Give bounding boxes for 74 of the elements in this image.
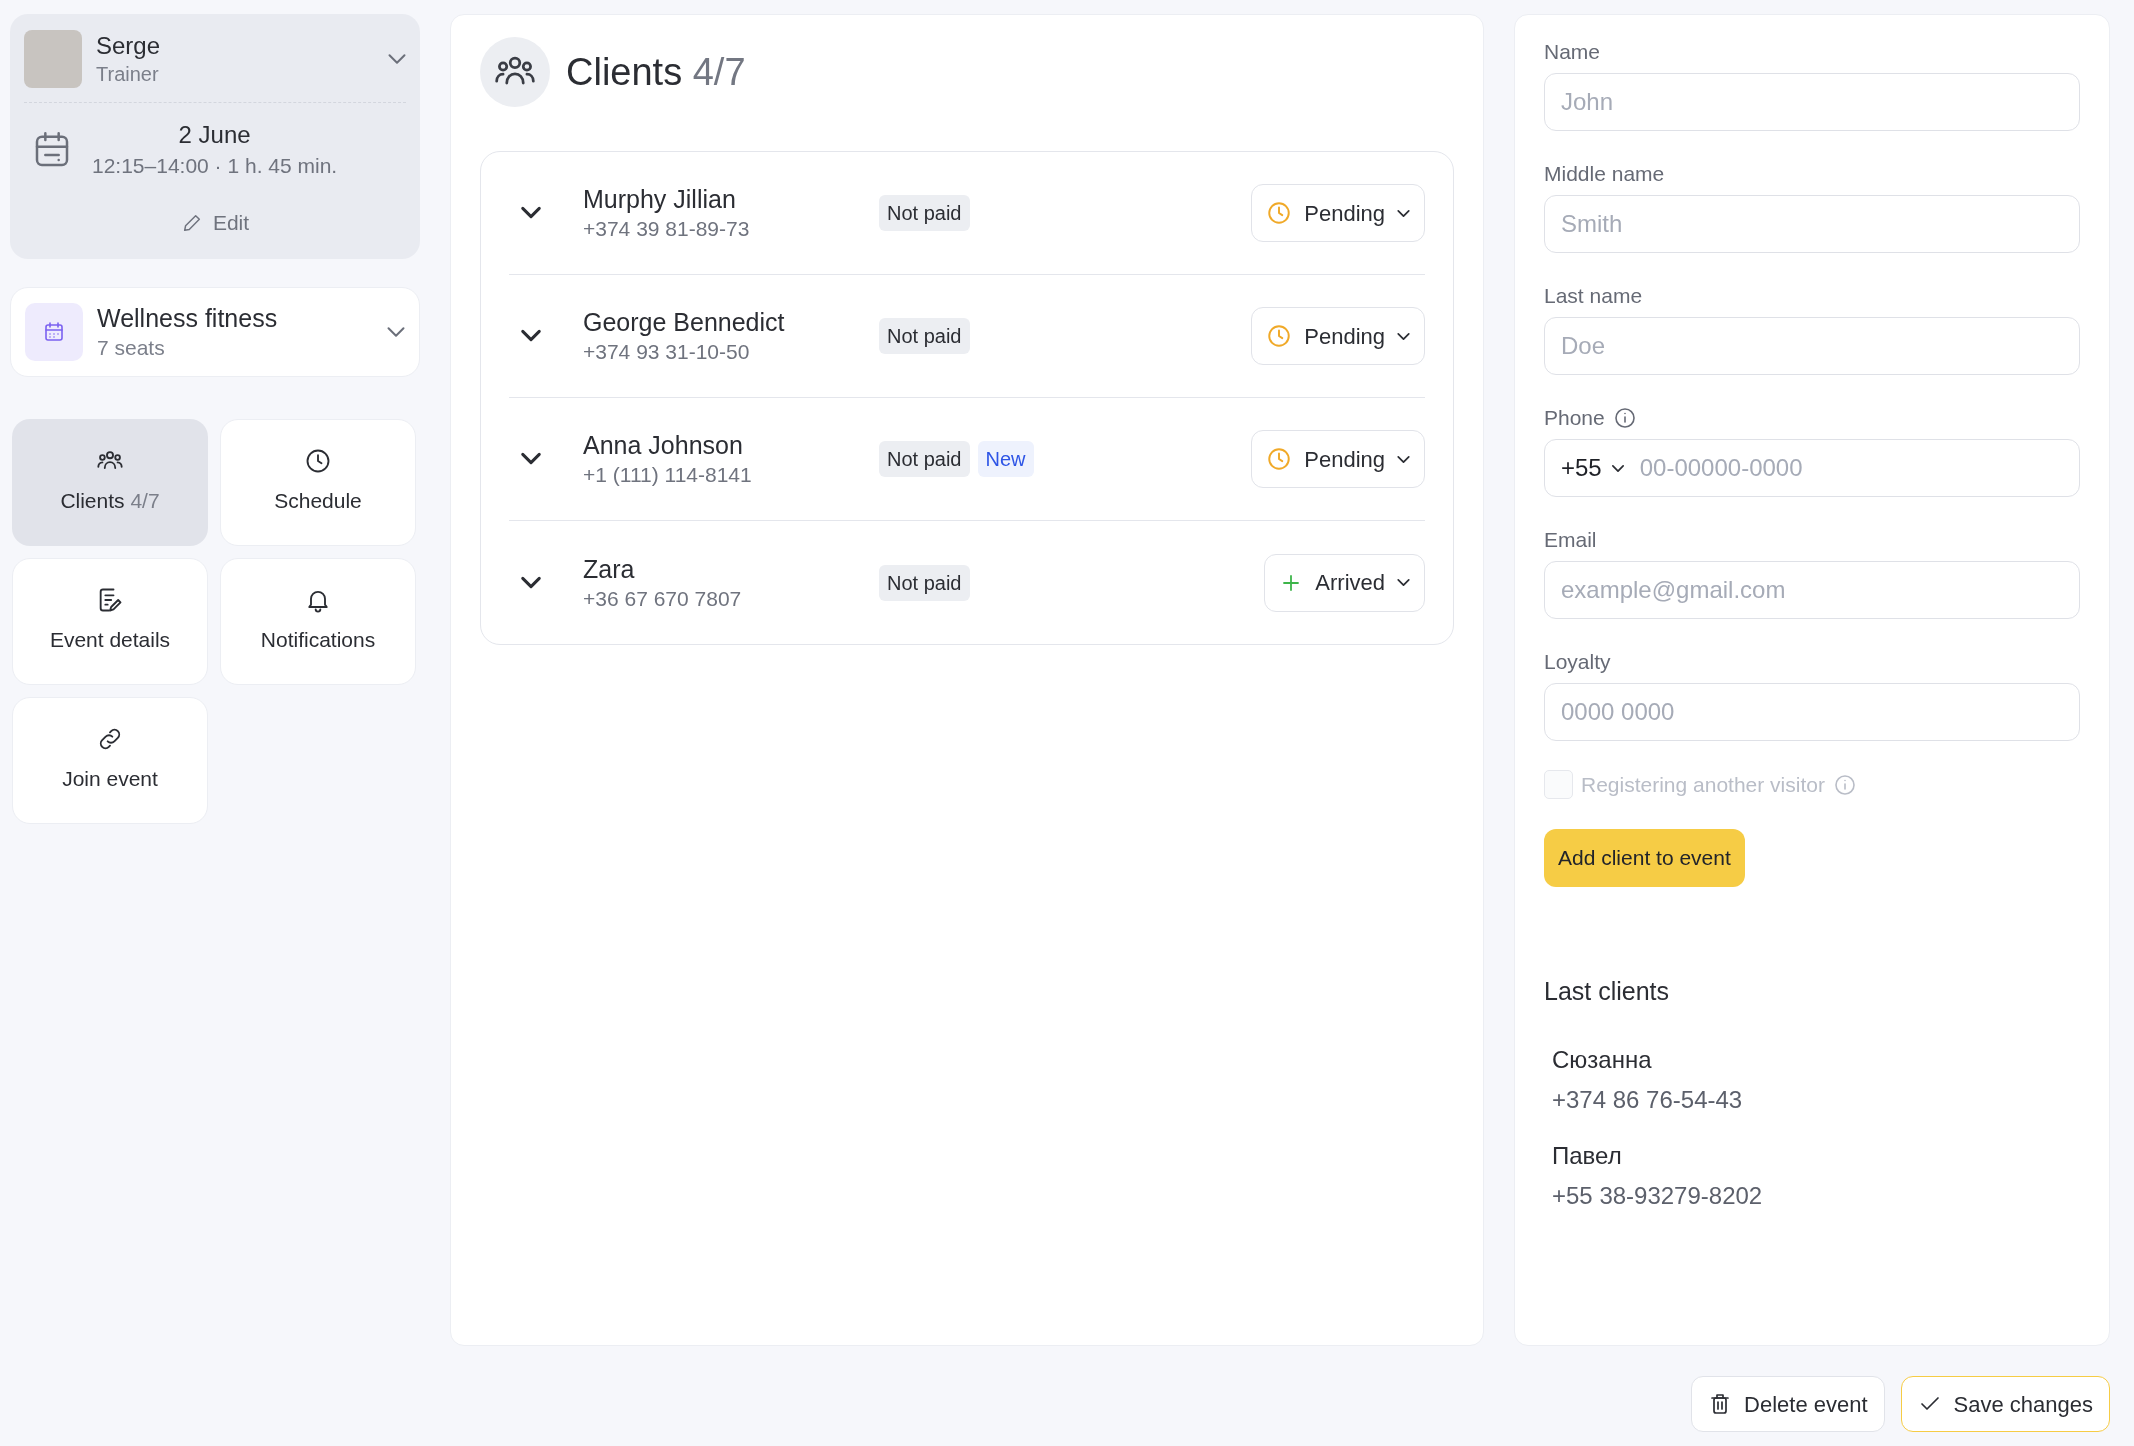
clock-icon — [1266, 323, 1293, 349]
field-label: Loyalty — [1544, 649, 1611, 676]
section-title: Last clients — [1544, 975, 1671, 1007]
client-name: Zara — [583, 553, 636, 585]
chevron-down-icon — [387, 326, 405, 337]
field-label: Phone — [1544, 405, 1605, 432]
chevron-down-icon — [1397, 332, 1410, 340]
page-title: Clients 4/7 — [566, 49, 746, 95]
clock-icon — [1266, 446, 1293, 472]
user-role: Trainer — [96, 62, 160, 87]
expand-toggle[interactable] — [521, 576, 541, 589]
nav-tab[interactable]: Join event — [12, 696, 208, 824]
clock-icon — [1266, 200, 1293, 226]
client-phone: +1 (111) 114-8141 — [583, 462, 753, 488]
new-tag: New — [977, 441, 1034, 477]
client-phone: +36 67 670 7807 — [583, 585, 743, 612]
edit-button[interactable]: Edit — [180, 207, 250, 239]
status-dropdown[interactable]: Arrived — [1264, 553, 1425, 612]
recent-client-phone: +374 86 76-54-43 — [1552, 1085, 1744, 1115]
status-dropdown[interactable]: Pending — [1251, 184, 1425, 242]
client-name: Murphy Jillian — [583, 184, 737, 215]
phone-field[interactable]: +55 00-00000-0000 — [1544, 439, 2080, 497]
save-button[interactable]: Save changes — [1900, 1376, 2110, 1432]
recent-client-phone: +55 38-93279-8202 — [1552, 1181, 1764, 1211]
chevron-down-icon — [521, 207, 541, 218]
text-field[interactable]: Doe — [1544, 317, 2080, 375]
info-icon — [1832, 772, 1857, 797]
client-phone: +374 39 81-89-73 — [583, 216, 751, 242]
client-phone: +374 93 31-10-50 — [583, 339, 751, 365]
expand-toggle[interactable] — [521, 207, 541, 219]
field-label: Email — [1544, 527, 1597, 554]
calendar-icon — [42, 319, 66, 344]
activity-selector[interactable]: Wellness fitness 7 seats — [10, 286, 420, 377]
delete-button[interactable]: Delete event — [1691, 1376, 1885, 1432]
field-label: Middle name — [1544, 161, 1665, 188]
status-dropdown[interactable]: Pending — [1251, 430, 1425, 488]
user-name: Serge — [96, 31, 162, 61]
expand-toggle[interactable] — [521, 330, 541, 342]
expand-toggle[interactable] — [521, 453, 541, 465]
country-code-select[interactable]: +55 — [1561, 450, 1624, 486]
field-label: Name — [1544, 39, 1601, 66]
chevron-down-icon — [1611, 464, 1624, 472]
chevron-down-icon — [1397, 209, 1410, 217]
add-client-button[interactable]: Add client to event — [1544, 828, 1745, 887]
chevron-down-icon[interactable] — [388, 54, 406, 64]
chevron-down-icon — [521, 453, 541, 464]
nav-tab[interactable]: Schedule — [220, 418, 416, 546]
status-dropdown[interactable]: Pending — [1251, 307, 1425, 365]
nav-tab[interactable]: Clients 4/7 — [12, 418, 208, 546]
text-field[interactable]: 0000 0000 — [1544, 683, 2080, 741]
payment-tag: Not paid — [879, 441, 970, 477]
chevron-down-icon — [521, 330, 541, 341]
field-label: Last name — [1544, 283, 1643, 310]
checkbox-label: Registering another visitor — [1581, 772, 1825, 798]
seat-count: 7 seats — [97, 334, 166, 361]
chevron-down-icon — [521, 576, 541, 588]
activity-name: Wellness fitness — [97, 302, 279, 334]
text-field[interactable]: Smith — [1544, 195, 2080, 253]
text-field[interactable]: John — [1544, 73, 2080, 131]
event-time: 12:15–14:00 · 1 h. 45 min. — [92, 153, 338, 179]
photo-placeholder — [24, 30, 82, 88]
recent-client-name: Сюзанна — [1552, 1045, 1653, 1075]
nav-tab[interactable]: Notifications — [220, 557, 416, 685]
text-field[interactable]: example@gmail.com — [1544, 561, 2080, 619]
payment-tag: Not paid — [879, 564, 970, 601]
client-name: George Bennedict — [583, 307, 786, 338]
chevron-down-icon — [1397, 579, 1410, 586]
event-date: 2 June — [178, 120, 251, 150]
payment-tag: Not paid — [879, 195, 970, 231]
nav-tab[interactable]: Event details — [12, 557, 208, 685]
payment-tag: Not paid — [879, 318, 970, 354]
recent-client-name: Павел — [1552, 1141, 1623, 1171]
client-name: Anna Johnson — [583, 430, 744, 461]
chevron-down-icon — [1397, 455, 1410, 463]
